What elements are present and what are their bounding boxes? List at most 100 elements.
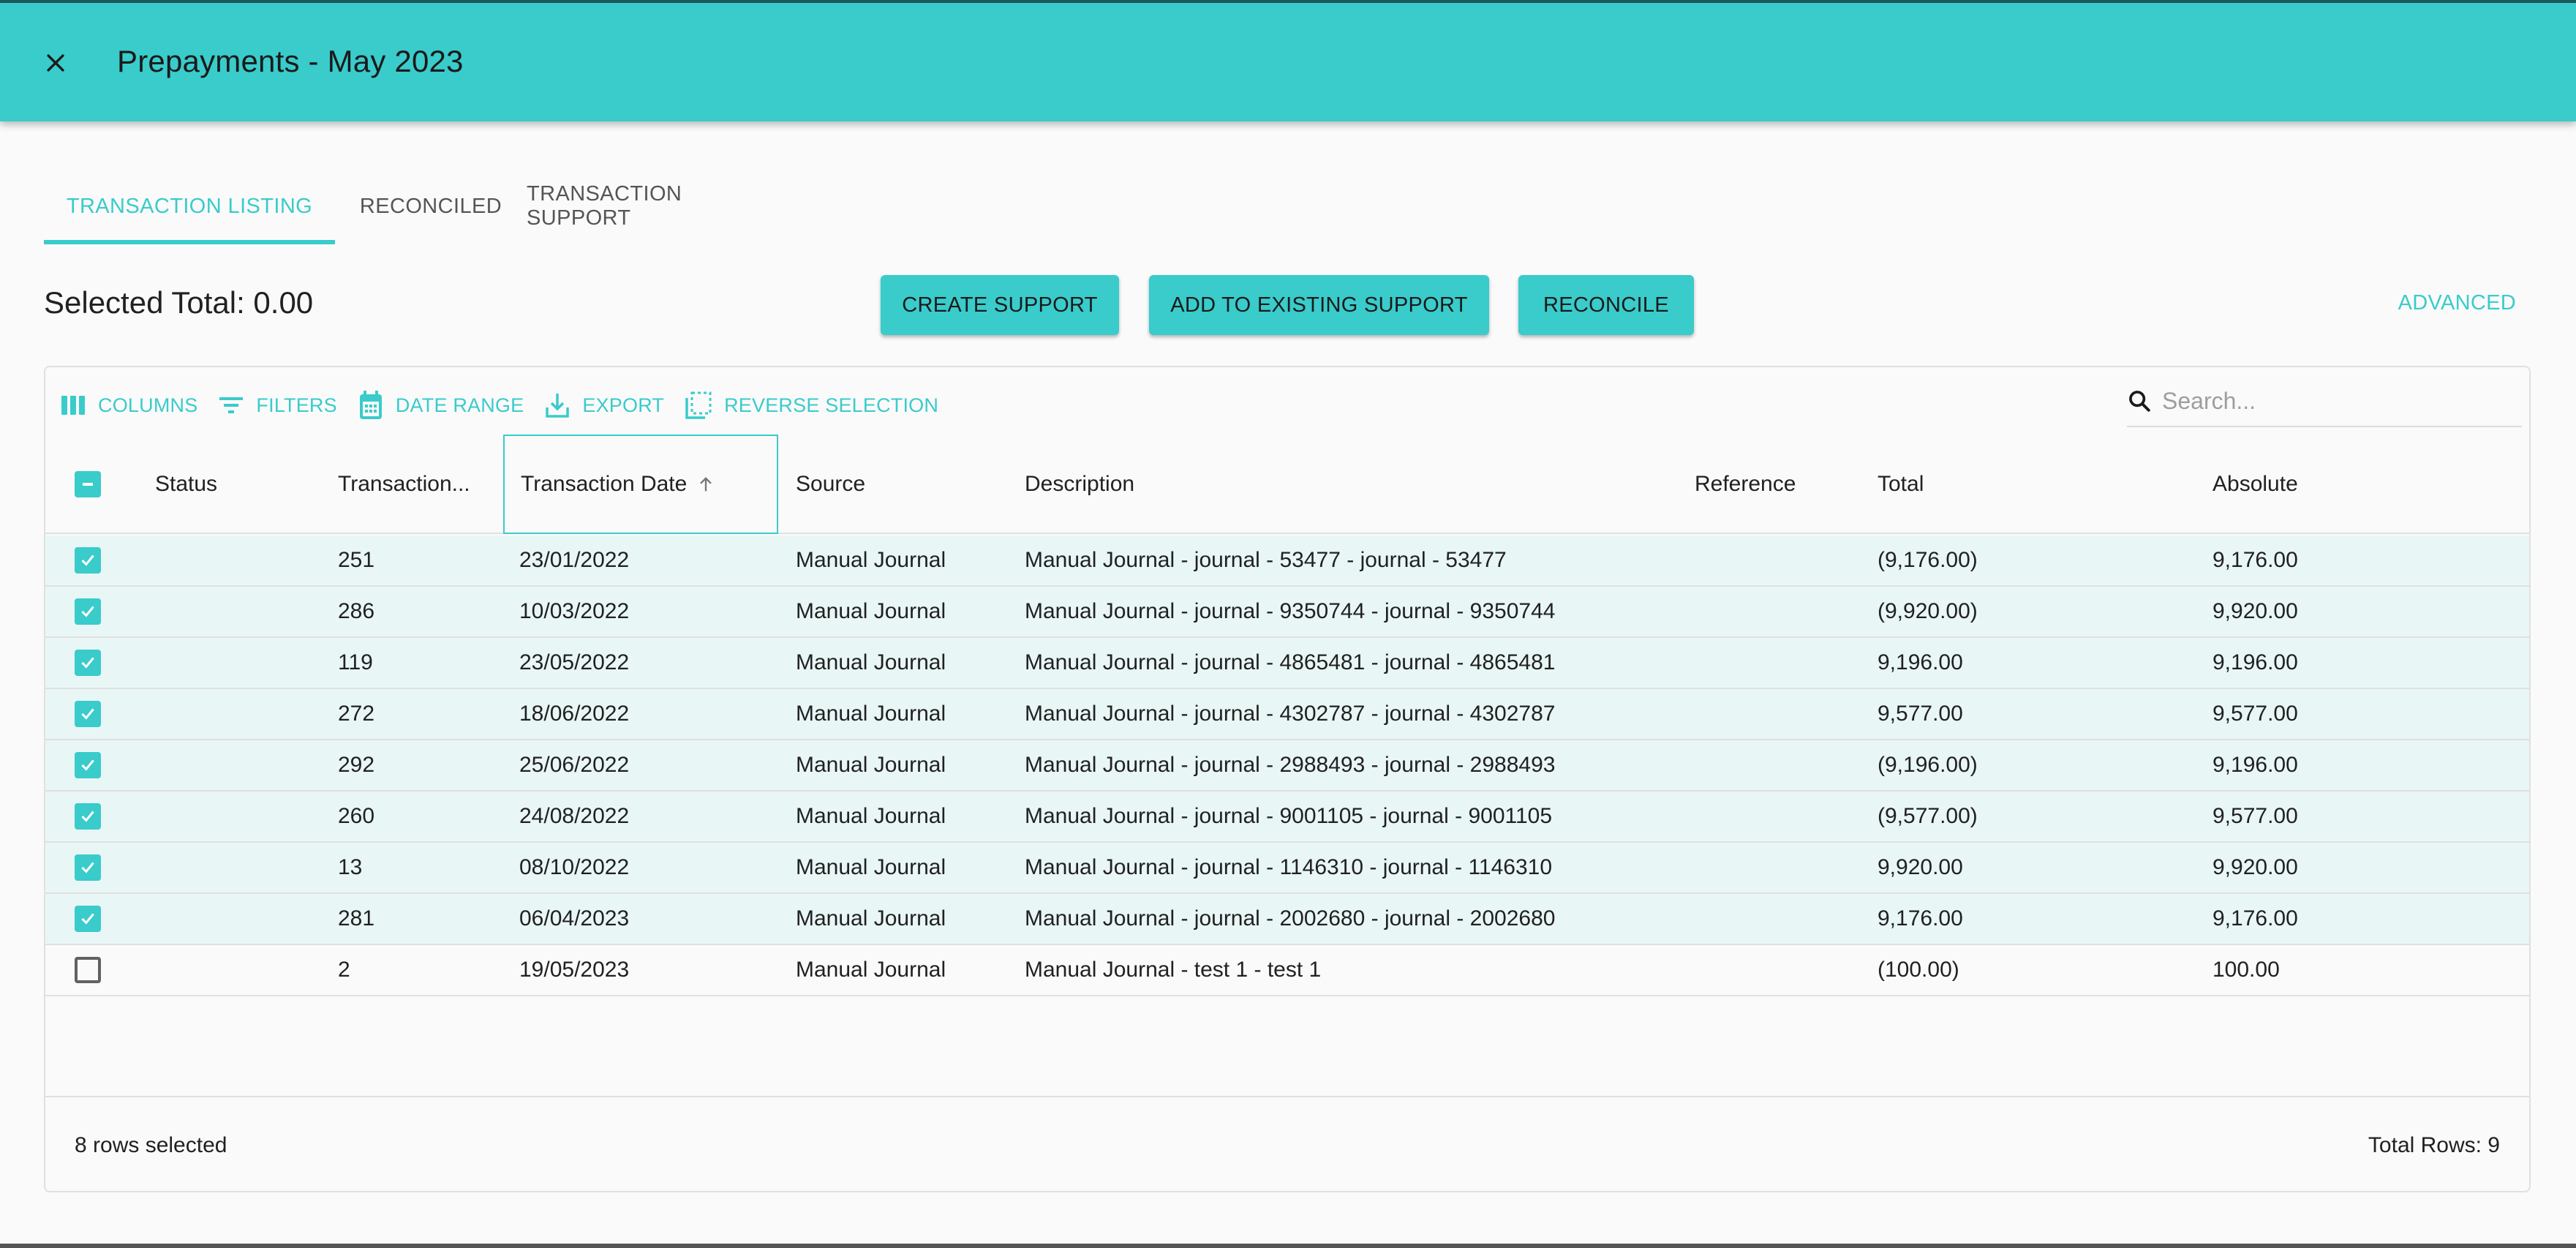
row-select-cell: [75, 792, 101, 841]
create-support-button[interactable]: CREATE SUPPORT: [881, 275, 1119, 335]
filters-button[interactable]: FILTERS: [218, 394, 337, 417]
footer-divider: [45, 1096, 2529, 1097]
grid-toolbar: COLUMNS FILTERS DATE RANGE EXPORT REVERS…: [60, 383, 959, 427]
table-row[interactable]: 286 10/03/2022 Manual Journal Manual Journa…: [45, 587, 2529, 638]
download-icon: [546, 394, 570, 418]
cell-source: Manual Journal: [796, 599, 946, 623]
checkmark-icon: [81, 657, 94, 669]
transaction-grid: COLUMNS FILTERS DATE RANGE EXPORT REVERS…: [44, 366, 2531, 1192]
reverse-selection-label: REVERSE SELECTION: [724, 394, 939, 416]
column-header-description[interactable]: Description: [1025, 435, 1134, 534]
cell-date: 06/04/2023: [519, 906, 630, 931]
checkmark-icon: [81, 811, 94, 822]
reverse-selection-button[interactable]: REVERSE SELECTION: [685, 391, 938, 420]
advanced-link[interactable]: ADVANCED: [2398, 291, 2516, 315]
cell-transaction: 286: [338, 599, 375, 623]
cell-date: 19/05/2023: [519, 958, 630, 982]
column-header-transaction[interactable]: Transaction...: [338, 435, 470, 534]
cell-description: Manual Journal - journal - 2988493 - jou…: [1025, 753, 1556, 777]
date-range-button[interactable]: DATE RANGE: [358, 390, 524, 421]
table-row[interactable]: 281 06/04/2023 Manual Journal Manual Journa…: [45, 894, 2529, 945]
cell-description: Manual Journal - test 1 - test 1: [1025, 958, 1322, 982]
cell-absolute: 9,577.00: [2212, 804, 2298, 828]
row-select-cell: [75, 945, 101, 995]
column-header-absolute[interactable]: Absolute: [2212, 435, 2298, 534]
cell-transaction: 272: [338, 702, 375, 726]
column-header-transaction-date[interactable]: Transaction Date: [503, 435, 778, 534]
column-header-transaction-date-label: Transaction Date: [521, 472, 688, 496]
checkmark-icon: [81, 555, 94, 566]
search-icon: [2129, 391, 2150, 412]
cell-total: (100.00): [1878, 958, 1959, 982]
row-checkbox[interactable]: [75, 906, 101, 932]
table-row[interactable]: 119 23/05/2022 Manual Journal Manual Journa…: [45, 638, 2529, 689]
row-select-cell: [75, 638, 101, 688]
export-button[interactable]: EXPORT: [544, 391, 664, 419]
tab-transaction-support[interactable]: TRANSACTION SUPPORT: [527, 168, 775, 244]
select-all-checkbox[interactable]: [75, 471, 101, 497]
tab-transaction-listing[interactable]: TRANSACTION LISTING: [44, 168, 335, 244]
tab-reconciled[interactable]: RECONCILED: [335, 168, 527, 244]
row-checkbox[interactable]: [75, 803, 101, 830]
row-checkbox[interactable]: [75, 547, 101, 574]
page-title: Prepayments - May 2023: [117, 44, 464, 78]
cell-date: 25/06/2022: [519, 753, 630, 777]
table-row[interactable]: 2 19/05/2023 Manual Journal Manual Journal …: [45, 945, 2529, 996]
column-header-source[interactable]: Source: [796, 435, 865, 534]
cell-transaction: 260: [338, 804, 375, 828]
app-bar: Prepayments - May 2023: [0, 3, 2576, 121]
column-header-total[interactable]: Total: [1878, 435, 1924, 534]
cell-date: 10/03/2022: [519, 599, 630, 623]
cell-source: Manual Journal: [796, 906, 946, 931]
row-select-cell: [75, 689, 101, 739]
column-header-status[interactable]: Status: [155, 435, 217, 534]
cell-total: (9,176.00): [1878, 548, 1978, 572]
search-input[interactable]: [2162, 387, 2506, 415]
table-row[interactable]: 251 23/01/2022 Manual Journal Manual Journa…: [45, 535, 2529, 587]
cell-date: 24/08/2022: [519, 804, 630, 828]
table-row[interactable]: 13 08/10/2022 Manual Journal Manual Journal…: [45, 843, 2529, 894]
table-row[interactable]: 260 24/08/2022 Manual Journal Manual Journa…: [45, 792, 2529, 843]
columns-button[interactable]: COLUMNS: [60, 394, 197, 417]
cell-source: Manual Journal: [796, 702, 946, 726]
row-select-cell: [75, 843, 101, 892]
add-to-existing-support-button[interactable]: ADD TO EXISTING SUPPORT: [1149, 275, 1489, 335]
cell-description: Manual Journal - journal - 53477 - journ…: [1025, 548, 1507, 572]
reconcile-button[interactable]: RECONCILE: [1518, 275, 1694, 335]
row-checkbox[interactable]: [75, 957, 101, 983]
select-all-icon: [685, 391, 712, 419]
cell-date: 18/06/2022: [519, 702, 630, 726]
window-bottom-edge: [0, 1244, 2576, 1248]
cell-description: Manual Journal - journal - 4302787 - jou…: [1025, 702, 1556, 726]
cell-transaction: 2: [338, 958, 350, 982]
indeterminate-icon: [83, 483, 93, 486]
select-all-cell: [75, 435, 101, 534]
cell-source: Manual Journal: [796, 855, 946, 879]
row-checkbox[interactable]: [75, 752, 101, 778]
checkmark-icon: [81, 862, 94, 873]
cell-transaction: 281: [338, 906, 375, 931]
row-checkbox[interactable]: [75, 854, 101, 881]
cell-total: 9,176.00: [1878, 906, 1963, 931]
table-row[interactable]: 292 25/06/2022 Manual Journal Manual Journa…: [45, 740, 2529, 792]
row-checkbox[interactable]: [75, 598, 101, 625]
date-range-label: DATE RANGE: [395, 394, 524, 416]
cell-source: Manual Journal: [796, 958, 946, 982]
row-checkbox[interactable]: [75, 650, 101, 676]
cell-total: 9,920.00: [1878, 855, 1963, 879]
table-row[interactable]: 272 18/06/2022 Manual Journal Manual Journa…: [45, 689, 2529, 740]
table-header: Status Transaction... Transaction Date S…: [45, 435, 2529, 534]
cell-transaction: 119: [338, 650, 373, 674]
cell-description: Manual Journal - journal - 2002680 - jou…: [1025, 906, 1556, 931]
cell-absolute: 9,176.00: [2212, 548, 2298, 572]
columns-icon: [61, 396, 85, 415]
cell-transaction: 13: [338, 855, 363, 879]
row-select-cell: [75, 894, 101, 944]
column-header-reference[interactable]: Reference: [1695, 435, 1796, 534]
row-checkbox[interactable]: [75, 701, 101, 727]
close-button[interactable]: [38, 45, 73, 80]
cell-absolute: 9,577.00: [2212, 702, 2298, 726]
calendar-icon: [359, 391, 382, 419]
table-body: 251 23/01/2022 Manual Journal Manual Journa…: [45, 535, 2529, 996]
tab-bar: TRANSACTION LISTING RECONCILED TRANSACTI…: [44, 168, 775, 244]
